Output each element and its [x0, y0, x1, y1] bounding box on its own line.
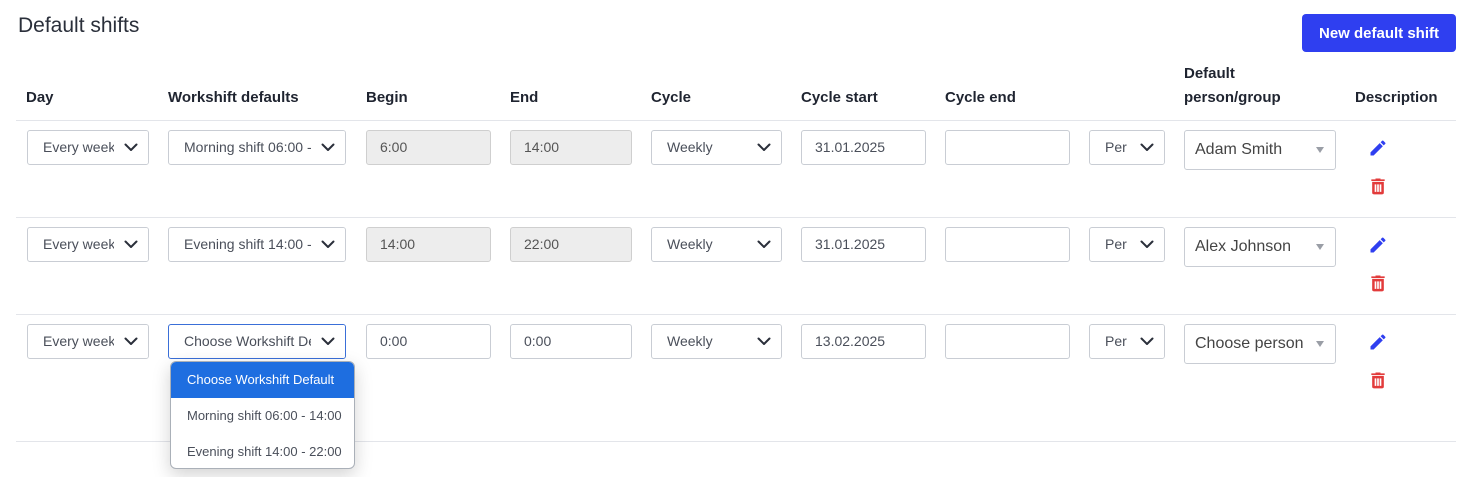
cycle-start-input[interactable]: 31.01.2025	[801, 130, 926, 165]
workshift-select[interactable]: Evening shift 14:00 - 22:00	[168, 227, 346, 262]
chevron-down-icon	[311, 325, 345, 358]
header-cycle: Cycle	[651, 89, 692, 106]
chevron-down-icon	[311, 131, 345, 164]
chevron-down-icon	[747, 325, 781, 358]
chevron-down-icon	[1130, 325, 1164, 358]
begin-input: 14:00	[366, 227, 491, 262]
chevron-down-icon	[114, 131, 148, 164]
chevron-down-icon	[1130, 228, 1164, 261]
default-person-combo[interactable]: Choose person	[1184, 324, 1336, 364]
cycle-start-input[interactable]: 31.01.2025	[801, 227, 926, 262]
chevron-down-icon	[114, 325, 148, 358]
chevron-down-icon	[114, 228, 148, 261]
period-select[interactable]: Per	[1089, 130, 1165, 165]
cycle-start-input[interactable]: 13.02.2025	[801, 324, 926, 359]
row-divider	[16, 217, 1456, 218]
workshift-select[interactable]: Choose Workshift Default	[168, 324, 346, 359]
day-select[interactable]: Every week	[27, 324, 149, 359]
cycle-select[interactable]: Weekly	[651, 227, 782, 262]
pencil-icon[interactable]	[1368, 332, 1388, 352]
begin-input: 6:00	[366, 130, 491, 165]
default-person-combo[interactable]: Alex Johnson	[1184, 227, 1336, 267]
cycle-end-input[interactable]	[945, 324, 1070, 359]
day-select[interactable]: Every week	[27, 227, 149, 262]
begin-input[interactable]: 0:00	[366, 324, 491, 359]
caret-down-icon	[1316, 147, 1324, 153]
header-default-person-line1: Default	[1184, 65, 1235, 82]
header-description: Description	[1355, 89, 1438, 106]
default-person-value: Choose person	[1195, 335, 1304, 352]
chevron-down-icon	[1130, 131, 1164, 164]
cycle-end-input[interactable]	[945, 227, 1070, 262]
cycle-select[interactable]: Weekly	[651, 324, 782, 359]
end-input: 22:00	[510, 227, 632, 262]
trash-icon[interactable]	[1368, 273, 1388, 293]
header-workshift-defaults: Workshift defaults	[168, 89, 299, 106]
pencil-icon[interactable]	[1368, 235, 1388, 255]
workshift-dropdown-list: Choose Workshift Default Morning shift 06…	[170, 361, 355, 469]
day-select[interactable]: Every week	[27, 130, 149, 165]
chevron-down-icon	[747, 228, 781, 261]
default-person-combo[interactable]: Adam Smith	[1184, 130, 1336, 170]
workshift-select[interactable]: Morning shift 06:00 - 14:00	[168, 130, 346, 165]
header-end: End	[510, 89, 539, 106]
header-cycle-end: Cycle end	[945, 89, 1016, 106]
dropdown-option[interactable]: Morning shift 06:00 - 14:00	[171, 398, 354, 434]
trash-icon[interactable]	[1368, 176, 1388, 196]
dropdown-option[interactable]: Choose Workshift Default	[171, 362, 354, 398]
header-default-person-line2: person/group	[1184, 89, 1281, 106]
end-input[interactable]: 0:00	[510, 324, 632, 359]
pencil-icon[interactable]	[1368, 138, 1388, 158]
header-day: Day	[26, 89, 54, 106]
header-default-person: Default person/group	[1184, 62, 1281, 110]
caret-down-icon	[1316, 244, 1324, 250]
dropdown-option[interactable]: Evening shift 14:00 - 22:00	[171, 434, 354, 468]
end-input: 14:00	[510, 130, 632, 165]
chevron-down-icon	[311, 228, 345, 261]
page-title: Default shifts	[18, 14, 140, 37]
row-divider	[16, 314, 1456, 315]
period-select[interactable]: Per	[1089, 227, 1165, 262]
header-divider	[16, 120, 1456, 121]
header-begin: Begin	[366, 89, 408, 106]
new-default-shift-button[interactable]: New default shift	[1302, 14, 1456, 52]
default-person-value: Alex Johnson	[1195, 238, 1292, 255]
default-person-value: Adam Smith	[1195, 141, 1283, 158]
cycle-select[interactable]: Weekly	[651, 130, 782, 165]
header-cycle-start: Cycle start	[801, 89, 878, 106]
caret-down-icon	[1316, 341, 1324, 347]
period-select[interactable]: Per	[1089, 324, 1165, 359]
cycle-end-input[interactable]	[945, 130, 1070, 165]
chevron-down-icon	[747, 131, 781, 164]
trash-icon[interactable]	[1368, 370, 1388, 390]
